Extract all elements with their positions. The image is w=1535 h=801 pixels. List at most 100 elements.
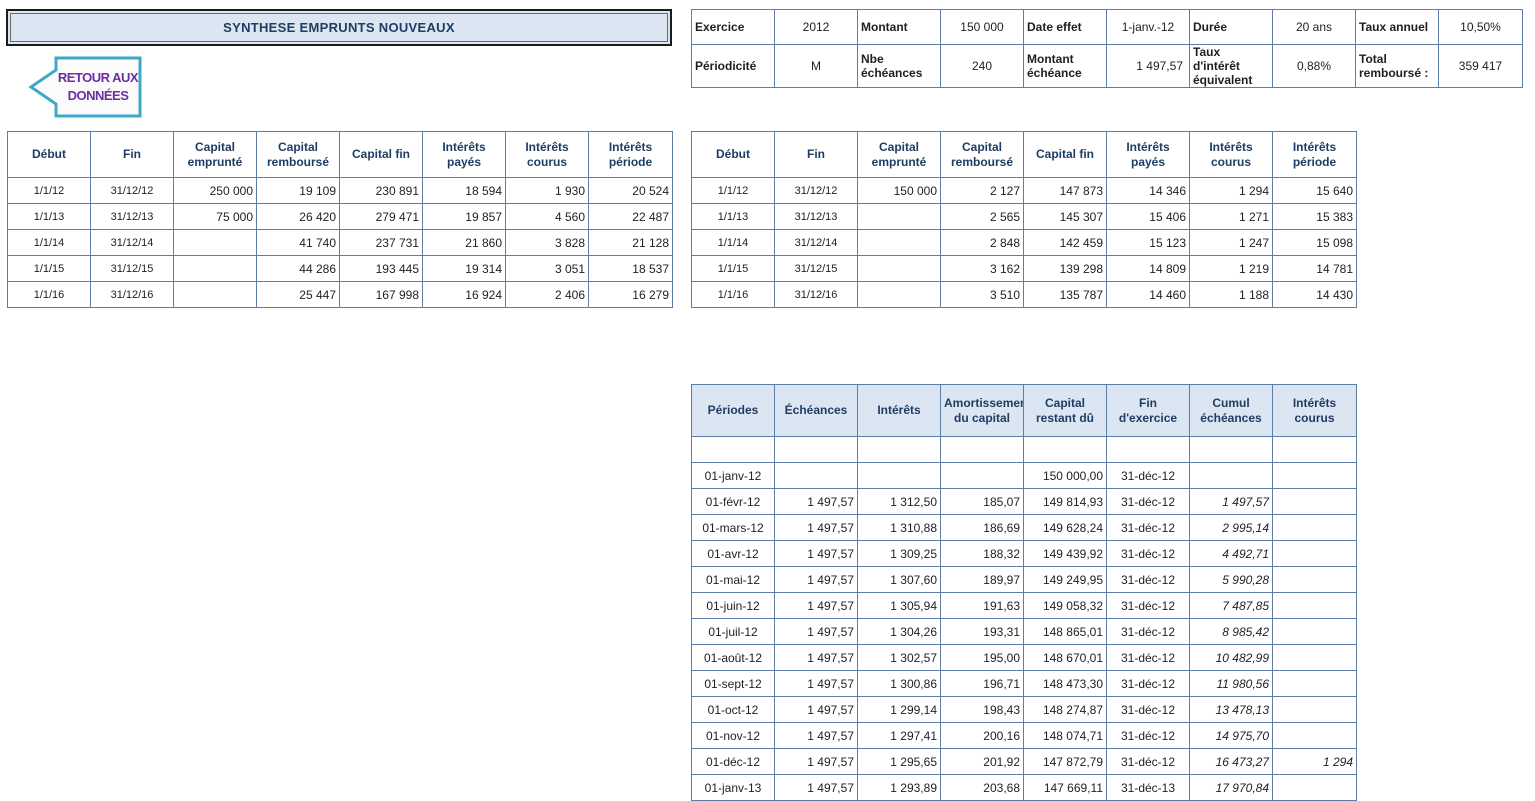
- table-cell[interactable]: 1 497,57: [774, 540, 858, 567]
- table-cell[interactable]: 19 109: [256, 177, 340, 204]
- table-cell[interactable]: 1 497,57: [774, 670, 858, 697]
- table-cell[interactable]: [173, 281, 257, 308]
- table-cell[interactable]: 1/1/16: [691, 281, 775, 308]
- table-cell[interactable]: [1272, 436, 1357, 463]
- table-cell[interactable]: 41 740: [256, 229, 340, 256]
- table-cell[interactable]: 31-déc-12: [1106, 566, 1190, 593]
- table-cell[interactable]: 1 247: [1189, 229, 1273, 256]
- table-cell[interactable]: 1 497,57: [774, 488, 858, 515]
- table-cell[interactable]: [1272, 592, 1357, 619]
- table-cell[interactable]: 147 872,79: [1023, 748, 1107, 775]
- table-cell[interactable]: 31-déc-12: [1106, 592, 1190, 619]
- table-cell[interactable]: 147 669,11: [1023, 774, 1107, 801]
- table-cell[interactable]: 1 300,86: [857, 670, 941, 697]
- table-cell[interactable]: 1 497,57: [774, 722, 858, 749]
- table-cell[interactable]: [1272, 540, 1357, 567]
- table-cell[interactable]: 14 430: [1272, 281, 1357, 308]
- table-cell[interactable]: 19 314: [422, 255, 506, 282]
- table-cell[interactable]: 31/12/13: [774, 203, 858, 230]
- table-cell[interactable]: [857, 229, 941, 256]
- table-cell[interactable]: 31-déc-12: [1106, 748, 1190, 775]
- table-cell[interactable]: 15 640: [1272, 177, 1357, 204]
- table-cell[interactable]: 1/1/15: [7, 255, 91, 282]
- table-cell[interactable]: 1 271: [1189, 203, 1273, 230]
- table-cell[interactable]: 31-déc-12: [1106, 670, 1190, 697]
- table-cell[interactable]: 01-janv-13: [691, 774, 775, 801]
- table-cell[interactable]: 16 473,27: [1189, 748, 1273, 775]
- table-cell[interactable]: 14 781: [1272, 255, 1357, 282]
- table-cell[interactable]: 1/1/16: [7, 281, 91, 308]
- table-cell[interactable]: 279 471: [339, 203, 423, 230]
- table-cell[interactable]: 2 127: [940, 177, 1024, 204]
- table-cell[interactable]: [1189, 436, 1273, 463]
- table-cell[interactable]: 15 123: [1106, 229, 1190, 256]
- table-cell[interactable]: 22 487: [588, 203, 673, 230]
- table-cell[interactable]: 01-août-12: [691, 644, 775, 671]
- table-cell[interactable]: [857, 203, 941, 230]
- table-cell[interactable]: 149 058,32: [1023, 592, 1107, 619]
- table-cell[interactable]: 1/1/14: [7, 229, 91, 256]
- table-cell[interactable]: [1189, 462, 1273, 489]
- table-cell[interactable]: 188,32: [940, 540, 1024, 567]
- table-cell[interactable]: 148 865,01: [1023, 618, 1107, 645]
- table-cell[interactable]: 14 975,70: [1189, 722, 1273, 749]
- table-cell[interactable]: 1 294: [1189, 177, 1273, 204]
- table-cell[interactable]: 15 383: [1272, 203, 1357, 230]
- table-cell[interactable]: 149 628,24: [1023, 514, 1107, 541]
- table-cell[interactable]: 01-juin-12: [691, 592, 775, 619]
- table-cell[interactable]: 1 497,57: [774, 618, 858, 645]
- table-cell[interactable]: 01-nov-12: [691, 722, 775, 749]
- table-cell[interactable]: [1023, 436, 1107, 463]
- table-cell[interactable]: 1 297,41: [857, 722, 941, 749]
- table-cell[interactable]: 31/12/15: [774, 255, 858, 282]
- table-cell[interactable]: 186,69: [940, 514, 1024, 541]
- table-cell[interactable]: 01-avr-12: [691, 540, 775, 567]
- table-cell[interactable]: 2 995,14: [1189, 514, 1273, 541]
- table-cell[interactable]: 31/12/12: [90, 177, 174, 204]
- table-cell[interactable]: 1 295,65: [857, 748, 941, 775]
- table-cell[interactable]: 1 309,25: [857, 540, 941, 567]
- table-cell[interactable]: 148 274,87: [1023, 696, 1107, 723]
- table-cell[interactable]: 201,92: [940, 748, 1024, 775]
- table-cell[interactable]: 17 970,84: [1189, 774, 1273, 801]
- table-cell[interactable]: 21 128: [588, 229, 673, 256]
- table-cell[interactable]: 16 924: [422, 281, 506, 308]
- summary-value[interactable]: M: [774, 44, 858, 88]
- table-cell[interactable]: 189,97: [940, 566, 1024, 593]
- table-cell[interactable]: 1 310,88: [857, 514, 941, 541]
- table-cell[interactable]: 147 873: [1023, 177, 1107, 204]
- table-cell[interactable]: [173, 229, 257, 256]
- table-cell[interactable]: 1/1/14: [691, 229, 775, 256]
- table-cell[interactable]: 1 497,57: [774, 566, 858, 593]
- summary-value[interactable]: 1 497,57: [1106, 44, 1190, 88]
- table-cell[interactable]: 3 828: [505, 229, 589, 256]
- table-cell[interactable]: 1/1/13: [7, 203, 91, 230]
- table-cell[interactable]: 16 279: [588, 281, 673, 308]
- table-cell[interactable]: [1272, 618, 1357, 645]
- table-cell[interactable]: [1272, 566, 1357, 593]
- table-cell[interactable]: 18 537: [588, 255, 673, 282]
- table-cell[interactable]: [1272, 696, 1357, 723]
- table-cell[interactable]: 148 074,71: [1023, 722, 1107, 749]
- table-cell[interactable]: 10 482,99: [1189, 644, 1273, 671]
- table-cell[interactable]: 26 420: [256, 203, 340, 230]
- table-cell[interactable]: 2 406: [505, 281, 589, 308]
- summary-value[interactable]: 150 000: [940, 9, 1024, 45]
- table-cell[interactable]: 15 406: [1106, 203, 1190, 230]
- table-cell[interactable]: 148 473,30: [1023, 670, 1107, 697]
- table-cell[interactable]: 148 670,01: [1023, 644, 1107, 671]
- table-cell[interactable]: 2 565: [940, 203, 1024, 230]
- table-cell[interactable]: 237 731: [339, 229, 423, 256]
- table-cell[interactable]: 191,63: [940, 592, 1024, 619]
- table-cell[interactable]: 21 860: [422, 229, 506, 256]
- table-cell[interactable]: 135 787: [1023, 281, 1107, 308]
- table-cell[interactable]: 1 312,50: [857, 488, 941, 515]
- table-cell[interactable]: 1 497,57: [774, 748, 858, 775]
- table-cell[interactable]: [857, 255, 941, 282]
- table-cell[interactable]: 31/12/14: [774, 229, 858, 256]
- table-cell[interactable]: 01-déc-12: [691, 748, 775, 775]
- table-cell[interactable]: 20 524: [588, 177, 673, 204]
- table-cell[interactable]: 145 307: [1023, 203, 1107, 230]
- table-cell[interactable]: 1 497,57: [774, 696, 858, 723]
- table-cell[interactable]: 01-mars-12: [691, 514, 775, 541]
